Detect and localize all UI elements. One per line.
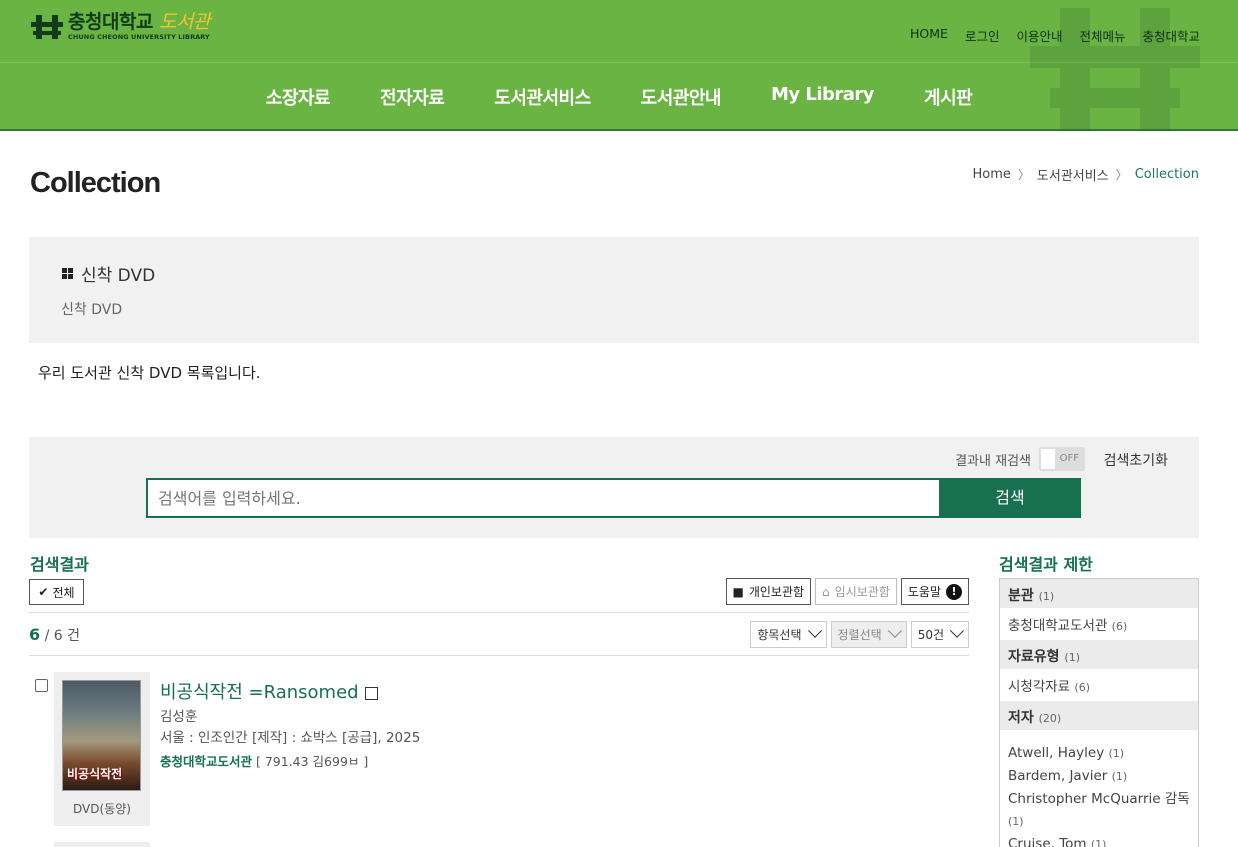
util-all-menu-link[interactable]: 전체메뉴 (1079, 26, 1125, 45)
result-count-current: 6 (29, 625, 41, 644)
item-author: 김성훈 (160, 709, 198, 725)
sort-select-label: 정렬선택 (837, 628, 882, 642)
facet-panel: 분관 (1) 충청대학교도서관 (6) 자료유형 (1) 시청각자료 (6) 저… (999, 578, 1199, 847)
site-logo[interactable]: 충청대학교 도서관 CHUNG CHEONG UNIVERSITY LIBRAR… (30, 12, 210, 42)
chevron-right-icon: 〉 (1115, 168, 1128, 182)
item-thumbnail[interactable]: 비공식작전 DVD(동양) (54, 672, 150, 826)
help-button[interactable]: 도움말 ! (900, 578, 969, 605)
next-item-thumbnail (54, 842, 150, 847)
breadcrumb-home[interactable]: Home (973, 167, 1011, 182)
dvd-cover-image: 비공식작전 (62, 680, 141, 791)
facet-header-author[interactable]: 저자 (20) (1000, 701, 1198, 730)
facet-item[interactable]: Atwell, Hayley (1) (1000, 736, 1198, 765)
collection-info-box: 신착 DVD 신착 DVD (29, 237, 1199, 343)
grid-icon (62, 268, 73, 279)
personal-folder-label: 개인보관함 (748, 585, 805, 599)
inbox-icon: ⌂ (822, 584, 830, 599)
collection-title: 신착 DVD (81, 266, 156, 286)
folder-icon: ■ (732, 584, 744, 599)
facet-header-branch[interactable]: 분관 (1) (1000, 579, 1198, 608)
result-count: 6 / 6 건 (29, 625, 80, 645)
search-input[interactable] (146, 478, 941, 518)
utility-links: HOME 로그인 이용안내 전체메뉴 충청대학교 (893, 26, 1200, 45)
nav-board[interactable]: 게시판 (924, 84, 973, 110)
nav-library-info[interactable]: 도서관안내 (641, 84, 722, 110)
university-logo-icon (31, 15, 63, 39)
breadcrumb-services[interactable]: 도서관서비스 (1037, 165, 1109, 184)
divider (29, 655, 969, 656)
chevron-down-icon (807, 623, 822, 638)
page-size-select[interactable]: 50건 (910, 621, 969, 648)
temp-folder-label: 임시보관함 (834, 585, 890, 599)
research-toggle[interactable]: OFF (1039, 447, 1085, 471)
util-home-link[interactable]: HOME (910, 26, 948, 45)
chevron-down-icon (887, 623, 902, 638)
search-panel: 결과내 재검색 OFF 검색초기화 검색 (29, 437, 1199, 538)
item-title: 비공식작전 =Ransomed (160, 682, 359, 703)
facet-item[interactable]: Bardem, Javier (1) (1000, 765, 1198, 788)
item-checkbox[interactable] (35, 679, 48, 692)
main-navigation: 소장자료 전자자료 도서관서비스 도서관안내 My Library 게시판 (0, 84, 1238, 110)
result-count-total: / 6 건 (44, 628, 80, 644)
facet-item[interactable]: Cruise, Tom (1) (1000, 833, 1198, 847)
toggle-state: OFF (1059, 453, 1079, 464)
item-title-link[interactable]: 비공식작전 =Ransomed (160, 678, 378, 704)
facet-title: 검색결과 제한 (999, 555, 1093, 574)
cover-title-text: 비공식작전 (67, 767, 123, 781)
facet-item[interactable]: 충청대학교도서관 (6) (1000, 608, 1198, 640)
item-call-number: [ 791.43 김699ㅂ ] (256, 754, 369, 769)
util-login-link[interactable]: 로그인 (965, 26, 1000, 45)
search-button[interactable]: 검색 (939, 478, 1081, 518)
item-publisher: 서울 : 인조인간 [제작] : 쇼박스 [공급], 2025 (160, 730, 421, 746)
nav-services[interactable]: 도서관서비스 (494, 84, 591, 110)
page-size-label: 50건 (917, 628, 944, 642)
select-all-button[interactable]: ✔ 전체 (29, 579, 84, 605)
nav-collection[interactable]: 소장자료 (266, 84, 331, 110)
search-reset-link[interactable]: 검색초기화 (1104, 450, 1168, 470)
item-type: DVD(동양) (73, 802, 131, 816)
facet-item[interactable]: 시청각자료 (6) (1000, 669, 1198, 701)
divider (29, 612, 969, 613)
logo-korean-name: 충청대학교 (68, 11, 153, 34)
logo-library-text: 도서관 (159, 11, 210, 34)
research-label: 결과내 재검색 (955, 453, 1031, 469)
item-location: 충청대학교도서관 [ 791.43 김699ㅂ ] (160, 751, 368, 770)
item-library[interactable]: 충청대학교도서관 (160, 754, 252, 769)
util-guide-link[interactable]: 이용안내 (1016, 26, 1062, 45)
chevron-right-icon: 〉 (1017, 168, 1030, 182)
sort-select[interactable]: 정렬선택 (830, 621, 907, 648)
nav-my-library[interactable]: My Library (771, 84, 875, 110)
results-title: 검색결과 (30, 555, 89, 574)
sort-controls: 항목선택 정렬선택 50건 (750, 621, 969, 648)
util-university-link[interactable]: 충청대학교 (1142, 26, 1200, 45)
breadcrumb-current: Collection (1134, 167, 1199, 182)
collection-description: 우리 도서관 신착 DVD 목록입니다. (38, 364, 261, 382)
field-select[interactable]: 항목선택 (750, 621, 827, 648)
personal-folder-button[interactable]: ■ 개인보관함 (725, 578, 812, 605)
chevron-down-icon (949, 623, 965, 638)
help-label: 도움말 (907, 585, 941, 599)
checkmark-icon: ✔ (38, 585, 49, 599)
nav-electronic[interactable]: 전자자료 (380, 84, 445, 110)
field-select-label: 항목선택 (757, 628, 802, 642)
breadcrumb: Home 〉 도서관서비스 〉 Collection (973, 165, 1200, 184)
page-title: Collection (30, 167, 161, 199)
exclamation-icon: ! (946, 583, 962, 600)
collection-subtitle: 신착 DVD (61, 302, 123, 318)
select-all-label: 전체 (52, 585, 75, 600)
temp-folder-button[interactable]: ⌂ 임시보관함 (815, 578, 897, 605)
facet-item[interactable]: Christopher McQuarrie 감독 (1) (1000, 788, 1198, 833)
result-tools: ■ 개인보관함 ⌂ 임시보관함 도움말 ! (725, 578, 969, 605)
logo-english-name: CHUNG CHEONG UNIVERSITY LIBRARY (68, 33, 210, 42)
facet-header-type[interactable]: 자료유형 (1) (1000, 640, 1198, 669)
new-window-icon[interactable] (364, 686, 378, 700)
